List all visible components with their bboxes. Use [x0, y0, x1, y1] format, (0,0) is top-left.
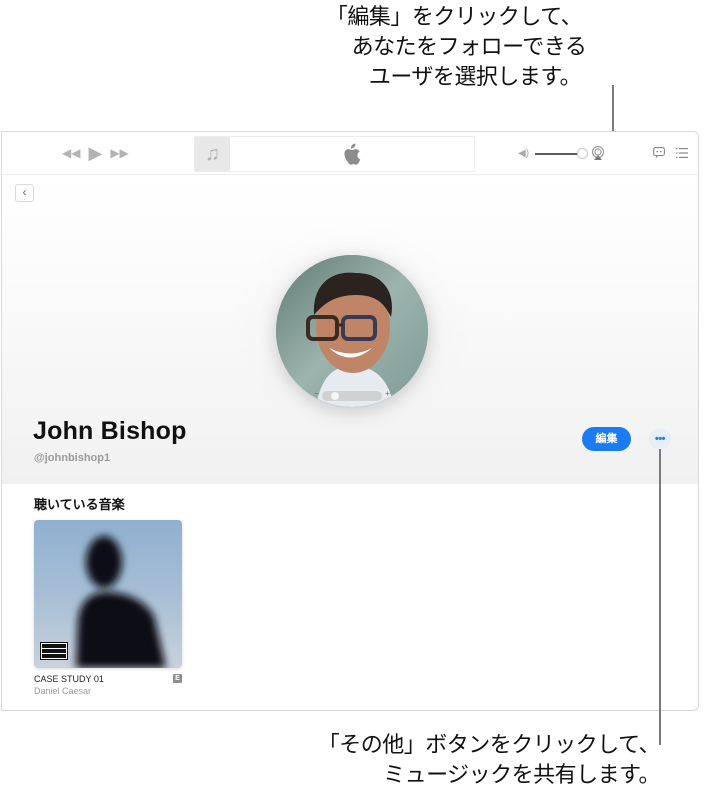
now-playing-display[interactable]: ♫ — [194, 136, 475, 172]
callout-more: 「その他」ボタンをクリックして、 ミュージックを共有します。 — [240, 731, 661, 791]
listening-to-heading: 聴いている音楽 — [34, 498, 125, 513]
toolbar: ◀◀ ▶ ▶▶ ♫ ◀) — [2, 132, 698, 175]
zoom-out-icon[interactable]: − — [314, 389, 319, 398]
callout-more-line-1: 「その他」ボタンをクリックして、 — [317, 733, 661, 758]
more-options-button[interactable]: ••• — [649, 428, 671, 450]
lyrics-bubble-icon[interactable] — [653, 147, 665, 159]
speaker-icon: ◀) — [518, 148, 530, 159]
rewind-icon[interactable]: ◀◀ — [62, 145, 80, 161]
profile-name: John Bishop — [33, 417, 187, 445]
list-icon[interactable] — [676, 148, 688, 158]
callout-edit-line-1: 「編集」をクリックして、 — [325, 5, 583, 30]
zoom-in-icon[interactable]: + — [385, 389, 390, 398]
callout-edit-line-2: あなたをフォローできる — [351, 35, 587, 60]
volume-control: ◀) — [518, 147, 589, 159]
photo-zoom-slider[interactable]: − + — [314, 389, 390, 401]
profile-page: ‹ − + John Bishop @johnbishop1 編集 ••• 聴い… — [2, 175, 698, 710]
back-button[interactable]: ‹ — [15, 184, 34, 202]
callout-more-line-2: ミュージックを共有します。 — [383, 763, 660, 788]
callout-edit-line-3: ユーザを選択します。 — [368, 65, 582, 90]
airplay-icon[interactable] — [591, 146, 605, 160]
fast-forward-icon[interactable]: ▶▶ — [110, 145, 128, 161]
album-artist[interactable]: Daniel Caesar — [34, 686, 182, 696]
album-artwork[interactable] — [34, 520, 182, 668]
parental-advisory-label — [40, 642, 68, 660]
profile-photo-image — [276, 255, 428, 407]
album-title[interactable]: CASE STUDY 01 — [34, 674, 182, 684]
profile-photo[interactable]: − + — [276, 255, 428, 407]
profile-handle: @johnbishop1 — [34, 452, 111, 464]
explicit-badge: E — [173, 674, 182, 683]
album-item[interactable]: CASE STUDY 01 Daniel Caesar E — [34, 520, 182, 696]
edit-button[interactable]: 編集 — [582, 427, 631, 451]
volume-slider[interactable] — [535, 147, 589, 159]
callout-edit: 「編集」をクリックして、 あなたをフォローできる ユーザを選択します。 — [300, 3, 620, 93]
callout-more-leader-line — [659, 449, 661, 745]
music-app-window: ◀◀ ▶ ▶▶ ♫ ◀) ‹ − + John Bishop @johnbish… — [1, 131, 699, 711]
photo-zoom-thumb[interactable] — [331, 392, 339, 400]
playback-controls: ◀◀ ▶ ▶▶ — [62, 144, 129, 162]
volume-slider-thumb[interactable] — [577, 147, 589, 159]
play-icon[interactable]: ▶ — [88, 144, 102, 162]
apple-logo-icon — [344, 143, 361, 165]
music-note-icon: ♫ — [195, 137, 230, 171]
profile-header: ‹ − + John Bishop @johnbishop1 編集 ••• — [2, 175, 698, 484]
